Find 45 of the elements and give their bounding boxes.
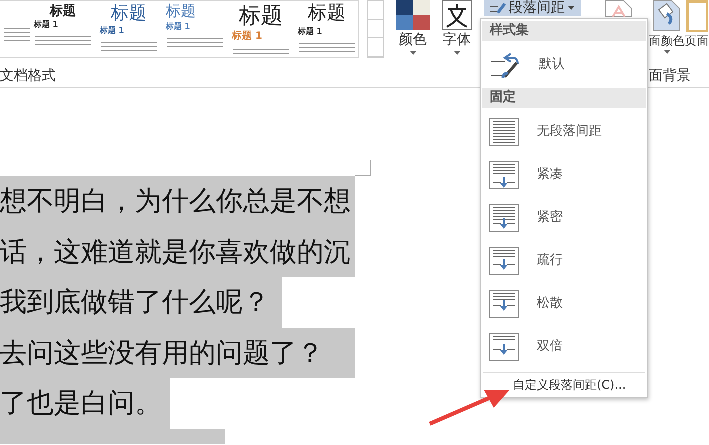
margin-corner-mark — [355, 160, 371, 176]
menu-item[interactable]: 松散 — [481, 282, 647, 325]
ribbon-button[interactable]: 颜色 — [399, 30, 427, 51]
ribbon-button[interactable]: 字体 — [443, 30, 471, 51]
ribbon-button[interactable]: 面颜色 — [649, 32, 685, 50]
caret-icon — [454, 51, 460, 55]
spacing-preset-icon — [489, 332, 519, 360]
style-heading: 标题 — [238, 3, 284, 30]
ribbon-button[interactable]: 页面 — [685, 32, 709, 50]
group-label: 文档格式 — [0, 67, 56, 86]
spacing-brush-icon — [490, 2, 506, 14]
caret-icon — [664, 50, 670, 54]
caret-icon — [568, 6, 575, 10]
text-lines-drawing — [101, 42, 157, 52]
style-heading: 标题 — [48, 3, 77, 19]
style-subheading: 标题 1 — [298, 26, 324, 38]
menu-item[interactable]: 紧密 — [481, 196, 647, 239]
group-label: 面背景 — [649, 67, 691, 86]
menu-item[interactable]: 双倍 — [481, 325, 647, 368]
text-lines-drawing — [35, 36, 91, 46]
style-heading: 标题 — [110, 3, 148, 25]
text-lines-drawing — [233, 49, 289, 57]
menu-item[interactable]: 无段落间距 — [481, 110, 647, 153]
style-subheading: 标题 1 — [34, 18, 60, 31]
spacing-preset-icon — [489, 246, 519, 274]
text-lines-drawing — [167, 38, 223, 48]
style-subheading: 标题 1 — [100, 24, 126, 37]
paragraph-spacing-button[interactable]: 段落间距 — [484, 0, 581, 16]
spacing-preset-icon — [489, 160, 519, 188]
spacing-preset-icon — [489, 290, 519, 318]
style-heading: 标题 — [166, 3, 197, 21]
style-gallery[interactable]: 标题 标题 1 标题 标题 1 标题 标题 1 标题 标题 1 标题 标题 1 — [0, 0, 359, 58]
menu-item[interactable]: 疏行 — [481, 239, 647, 282]
menu-section-header: 样式集 — [482, 21, 646, 41]
spacing-preset-icon — [489, 204, 519, 232]
color-swatch-icon — [396, 0, 430, 30]
caret-icon — [410, 51, 416, 55]
style-heading: 标题 — [307, 3, 347, 26]
style-subheading: 标题 1 — [166, 21, 192, 33]
menu-item[interactable]: 默认 — [481, 43, 647, 86]
spacing-preset-icon — [489, 118, 519, 146]
style-subheading: 标题 1 — [232, 30, 264, 44]
menu-section-header: 固定 — [482, 88, 646, 108]
text-lines-drawing — [299, 42, 355, 52]
menu-item[interactable]: 紧凑 — [481, 153, 647, 196]
